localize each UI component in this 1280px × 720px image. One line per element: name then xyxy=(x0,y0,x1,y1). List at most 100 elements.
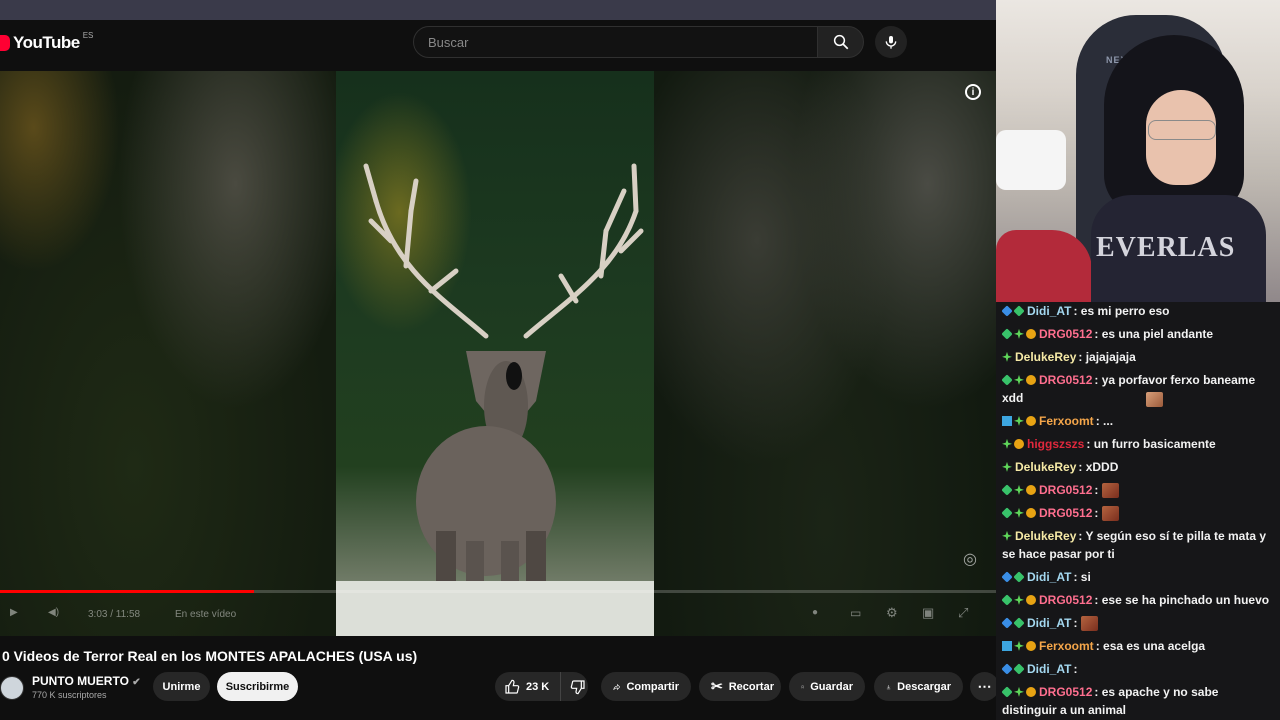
x-badge-icon xyxy=(1002,640,1012,651)
chat-username[interactable]: DRG0512 xyxy=(1039,483,1092,497)
channel-name[interactable]: PUNTO MUERTO ✔ xyxy=(32,674,141,688)
gem-badge-icon xyxy=(1013,571,1025,583)
download-button[interactable]: Descargar xyxy=(874,672,963,701)
chat-text: es una piel andante xyxy=(1101,327,1214,341)
chat-username[interactable]: DRG0512 xyxy=(1039,506,1092,520)
chat-username[interactable]: Ferxoomt xyxy=(1039,639,1094,653)
star-badge-icon xyxy=(1014,640,1024,651)
star-badge-icon xyxy=(1014,328,1024,339)
chat-username[interactable]: higgszszs xyxy=(1027,437,1084,451)
chat-emote xyxy=(1101,483,1119,499)
progress-bar[interactable] xyxy=(0,590,996,593)
miniplayer-icon[interactable]: ▣ xyxy=(922,605,934,621)
chat-username[interactable]: DelukeRey xyxy=(1015,529,1076,543)
badge-group xyxy=(1001,484,1036,496)
chat-message: DRG0512: ese se ha pinchado un huevo xyxy=(996,591,1280,609)
badge-group xyxy=(1002,461,1012,472)
subtitles-icon[interactable]: ▭ xyxy=(850,606,861,620)
chat-text: si xyxy=(1080,570,1091,584)
microphone-icon xyxy=(885,36,897,49)
youtube-logo[interactable]: YouTube ES xyxy=(0,31,93,53)
channel-watermark-icon[interactable]: ◎ xyxy=(963,549,977,569)
chat-username[interactable]: DelukeRey xyxy=(1015,350,1076,364)
x-badge-icon xyxy=(1002,415,1012,426)
coin-badge-icon xyxy=(1026,328,1036,339)
chat-username[interactable]: DRG0512 xyxy=(1039,685,1092,699)
chat-username[interactable]: DRG0512 xyxy=(1039,373,1092,387)
video-player[interactable]: i ▶ ◀) 3:03 / 11:58 En este vídeo ● ▭ ⚙ … xyxy=(0,71,996,636)
chat-username[interactable]: Didi_AT xyxy=(1027,662,1071,676)
more-actions-button[interactable]: ⋯ xyxy=(970,672,996,701)
chat-separator: : xyxy=(1094,685,1102,699)
chat-username[interactable]: Didi_AT xyxy=(1027,616,1071,630)
more-icon: ⋯ xyxy=(977,678,992,694)
youtube-logo-icon xyxy=(0,35,10,51)
info-icon[interactable]: i xyxy=(965,84,981,100)
gem-badge-icon xyxy=(1001,507,1013,519)
search-input[interactable] xyxy=(426,34,800,51)
arm-cast xyxy=(996,130,1066,190)
autoplay-toggle-icon[interactable]: ● xyxy=(812,607,818,618)
share-icon xyxy=(613,683,621,690)
save-label: Guardar xyxy=(810,680,853,693)
chat-message: Ferxoomt: esa es una acelga xyxy=(996,637,1280,655)
thumbs-up-icon xyxy=(505,679,520,694)
chat-username[interactable]: Didi_AT xyxy=(1027,304,1071,318)
chat-username[interactable]: DRG0512 xyxy=(1039,593,1092,607)
share-button[interactable]: Compartir xyxy=(601,672,691,701)
gem-badge-icon xyxy=(1013,305,1025,317)
chat-username[interactable]: Didi_AT xyxy=(1027,570,1071,584)
like-button[interactable]: 23 K xyxy=(495,672,561,701)
blurred-backdrop-right xyxy=(654,71,996,636)
video-metadata: 0 Videos de Terror Real en los MONTES AP… xyxy=(0,636,996,720)
badge-group xyxy=(1002,415,1036,426)
subscriber-count: 770 K suscriptores xyxy=(32,690,107,700)
dislike-button[interactable] xyxy=(567,672,588,701)
coin-badge-icon xyxy=(1026,415,1036,426)
download-label: Descargar xyxy=(897,680,951,693)
badge-group xyxy=(1001,571,1025,583)
thumbs-down-icon xyxy=(570,679,585,694)
volume-icon[interactable]: ◀) xyxy=(48,607,59,618)
star-badge-icon xyxy=(1014,415,1024,426)
chat-message: DRG0512: xyxy=(996,504,1280,522)
chat-separator: : xyxy=(1086,437,1094,451)
settings-icon[interactable]: ⚙ xyxy=(886,605,898,621)
badge-group xyxy=(1002,530,1012,541)
badge-group xyxy=(1002,438,1024,449)
chat-message: Ferxoomt: ... xyxy=(996,412,1280,430)
chat-username[interactable]: DRG0512 xyxy=(1039,327,1092,341)
subscribe-button[interactable]: Suscribirme xyxy=(217,672,298,701)
deer-illustration xyxy=(336,163,654,636)
chat-text: jajajajaja xyxy=(1085,350,1136,364)
chat-username[interactable]: DelukeRey xyxy=(1015,460,1076,474)
save-button[interactable]: Guardar xyxy=(789,672,865,701)
like-dislike-group: 23 K xyxy=(495,672,588,701)
gem-badge-icon xyxy=(1001,594,1013,606)
channel-name-text: PUNTO MUERTO xyxy=(32,674,129,688)
badge-group xyxy=(1001,374,1036,386)
chat-separator: : xyxy=(1073,662,1078,676)
like-count: 23 K xyxy=(526,680,550,693)
badge-group xyxy=(1001,507,1036,519)
chat-message: DRG0512: xyxy=(996,481,1280,499)
chat-separator: : xyxy=(1095,414,1104,428)
voice-search-button[interactable] xyxy=(875,26,907,58)
cube-badge-icon xyxy=(1001,617,1013,629)
chat-message: Didi_AT: es mi perro eso xyxy=(996,302,1280,320)
fullscreen-icon[interactable]: ⤢ xyxy=(958,605,968,621)
chat-emote xyxy=(1080,616,1098,632)
chat-separator: : xyxy=(1078,460,1086,474)
search-button[interactable] xyxy=(817,26,864,58)
clip-button[interactable]: ✂ Recortar xyxy=(699,672,781,701)
chat-message: DRG0512: ya porfavor ferxo baneame xdd xyxy=(996,371,1280,407)
star-badge-icon xyxy=(1014,686,1024,697)
play-icon[interactable]: ▶ xyxy=(10,607,18,618)
badge-group xyxy=(1002,351,1012,362)
chat-emote xyxy=(1146,392,1163,407)
channel-avatar[interactable] xyxy=(0,676,24,700)
join-button[interactable]: Unirme xyxy=(153,672,210,701)
chapter-label[interactable]: En este vídeo xyxy=(175,609,236,620)
cube-badge-icon xyxy=(1001,663,1013,675)
chat-username[interactable]: Ferxoomt xyxy=(1039,414,1094,428)
